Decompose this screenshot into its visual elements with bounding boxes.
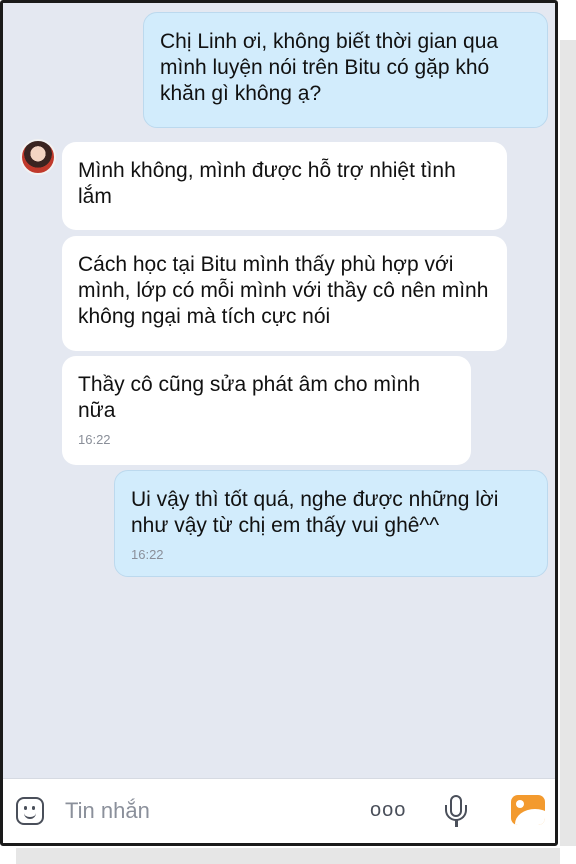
more-icon[interactable]: ooo: [370, 799, 406, 822]
message-text: Ui vậy thì tốt quá, nghe được những lời …: [131, 488, 499, 537]
message-text: Cách học tại Bitu mình thấy phù hợp với …: [78, 253, 489, 328]
message-input[interactable]: Tin nhắn: [65, 797, 150, 825]
message-bubble-incoming[interactable]: Thầy cô cũng sửa phát âm cho mình nữa 16…: [62, 356, 471, 465]
chat-window: Chị Linh ơi, không biết thời gian qua mì…: [0, 0, 558, 846]
frame-shadow-right: [560, 40, 576, 846]
message-bubble-incoming[interactable]: Mình không, mình được hỗ trợ nhiệt tình …: [62, 142, 507, 230]
microphone-cup: [445, 805, 467, 821]
message-text: Thầy cô cũng sửa phát âm cho mình nữa: [78, 373, 421, 422]
microphone-stem: [455, 820, 458, 827]
message-text: Mình không, mình được hỗ trợ nhiệt tình …: [78, 159, 456, 208]
emoji-mouth: [24, 811, 36, 819]
photo-sun: [516, 800, 524, 808]
message-timestamp: 16:22: [78, 432, 111, 447]
emoji-icon[interactable]: [16, 797, 44, 825]
frame-shadow-bottom: [16, 848, 560, 864]
message-bubble-outgoing[interactable]: Chị Linh ơi, không biết thời gian qua mì…: [143, 12, 548, 128]
contact-avatar[interactable]: [20, 139, 56, 175]
message-bubble-incoming[interactable]: Cách học tại Bitu mình thấy phù hợp với …: [62, 236, 507, 351]
microphone-icon[interactable]: [443, 793, 469, 829]
message-timestamp: 16:22: [131, 547, 164, 562]
message-bubble-outgoing[interactable]: Ui vậy thì tốt quá, nghe được những lời …: [114, 470, 548, 577]
message-text: Chị Linh ơi, không biết thời gian qua mì…: [160, 30, 499, 105]
photo-icon[interactable]: [511, 795, 545, 825]
message-composer: Tin nhắn ooo: [3, 778, 555, 843]
photo-hill: [515, 809, 545, 825]
